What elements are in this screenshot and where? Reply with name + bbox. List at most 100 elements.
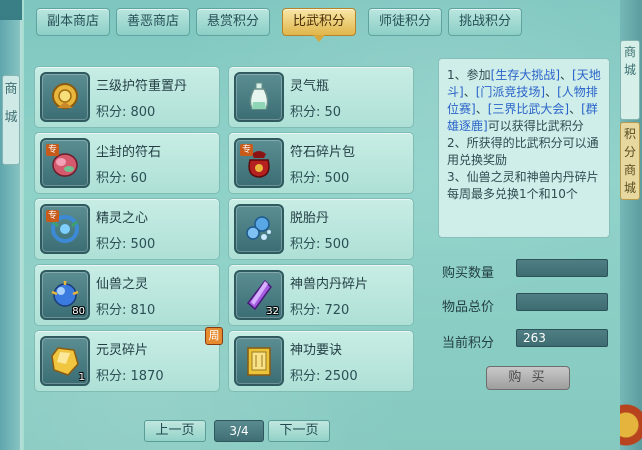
points-value: 500 [324,237,350,252]
item-slot [234,72,284,122]
shop-item-card[interactable]: 神功要诀 积分: 2500 [228,330,414,392]
left-tag-char: 城 [4,110,18,125]
shop-item-card[interactable]: 专 符石碎片包 积分: 500 [228,132,414,194]
left-side-tag[interactable]: 商 城 [2,75,20,165]
tab-challenge-points[interactable]: 挑战积分 [448,8,522,36]
item-points: 积分: 500 [96,233,155,252]
left-side-decoration: 商 城 [0,20,22,450]
rules-info-box: 1、参加[生存大挑战]、[天地斗]、[门派竞技场]、[人物排位赛]、[三界比武大… [438,58,610,238]
info-event-link[interactable]: [门派竞技场] [476,85,545,99]
left-tag-char: 商 [4,82,18,97]
buy-button[interactable]: 购 买 [486,366,570,390]
exclusive-badge: 专 [240,144,254,156]
item-points: 积分: 810 [96,299,155,318]
item-slot [234,204,284,254]
item-slot: 专 [40,204,90,254]
total-price-label: 物品总价 [442,300,495,315]
shop-item-card[interactable]: 1 元灵碎片 积分: 1870 周 [34,327,223,392]
points-label: 积分: [290,105,325,120]
game-shop-window: 商 城 商 城 积 分 商 城 副本商店 善恶商店 悬赏积分 比武积分 师徒积分… [0,0,642,450]
exclusive-badge: 专 [46,210,60,222]
points-value: 60 [130,171,148,186]
next-page-button[interactable]: 下一页 [268,420,330,442]
info-separator: 、 [560,68,573,82]
current-points-label: 当前积分 [442,336,495,351]
item-points: 积分: 1870 [96,365,164,384]
item-name: 脱胎丹 [290,211,330,226]
spirit-bottle-icon [249,82,269,110]
total-price-field [516,293,608,311]
item-quantity: 1 [78,372,85,383]
points-label: 积分: [290,303,325,318]
points-label: 积分: [96,105,131,120]
exclusive-badge: 专 [46,144,60,156]
points-value: 50 [324,105,342,120]
page-indicator: 3/4 [214,420,264,442]
info-line2: 2、所获得的比武积分可以通用兑换奖励 [447,136,599,167]
item-slot [40,72,90,122]
right-tag-char: 积 [623,127,636,141]
rebirth-pill-icon [246,216,271,240]
item-name: 尘封的符石 [96,145,162,160]
right-tag-char: 商 [623,163,636,177]
tab-bounty-points[interactable]: 悬赏积分 [196,8,270,36]
item-name: 仙兽之灵 [96,277,149,292]
tab-mentor-points[interactable]: 师徒积分 [368,8,442,36]
info-event-link[interactable]: [生存大挑战] [491,68,560,82]
tab-dungeon-shop[interactable]: 副本商店 [36,8,110,36]
points-value: 1870 [130,369,164,384]
info-separator: 、 [569,102,582,116]
item-slot: 专 [40,138,90,188]
points-value: 720 [324,303,350,318]
points-label: 积分: [290,369,325,384]
right-tag-char: 商 [623,45,636,59]
gold-charm-icon [52,83,78,109]
info-line1-prefix: 1、参加 [447,68,491,82]
points-label: 积分: [96,303,131,318]
tab-arena-points[interactable]: 比武积分 [282,8,356,42]
item-slot: 80 [40,270,90,320]
item-points: 积分: 720 [290,299,349,318]
item-slot: 专 [234,138,284,188]
tab-karma-shop[interactable]: 善恶商店 [116,8,190,36]
item-points: 积分: 50 [290,101,341,120]
points-value: 2500 [324,369,358,384]
info-separator: 、 [463,85,476,99]
weekly-limit-badge: 周 [205,327,223,345]
shop-item-card[interactable]: 专 精灵之心 积分: 500 [34,198,220,260]
info-separator: 、 [475,102,488,116]
info-line1-suffix: 可以获得比武积分 [487,119,584,133]
skill-book-icon [247,347,271,376]
right-tag-char: 城 [623,63,636,77]
item-name: 元灵碎片 [96,343,149,358]
shop-item-card[interactable]: 80 仙兽之灵 积分: 810 [34,264,220,326]
item-name: 精灵之心 [96,211,149,226]
right-tag-points-shop[interactable]: 积 分 商 城 [620,122,640,200]
item-name: 符石碎片包 [290,145,356,160]
points-value: 500 [324,171,350,186]
points-label: 积分: [96,171,131,186]
info-line3: 3、仙兽之灵和神兽内丹碎片每周最多兑换1个和10个 [447,170,599,201]
buy-quantity-input[interactable] [516,259,608,277]
points-label: 积分: [96,237,131,252]
current-points-field: 263 [516,329,608,347]
shop-item-card[interactable]: 专 尘封的符石 积分: 60 [34,132,220,194]
gold-fragment-icon [51,347,79,376]
shop-item-card[interactable]: 32 神兽内丹碎片 积分: 720 [228,264,414,326]
info-event-link[interactable]: [三界比武大会] [488,102,569,116]
shop-item-card[interactable]: 脱胎丹 积分: 500 [228,198,414,260]
points-value: 810 [130,303,156,318]
item-slot [234,336,284,386]
item-name: 灵气瓶 [290,79,330,94]
shop-item-card[interactable]: 灵气瓶 积分: 50 [228,66,414,128]
buy-quantity-label: 购买数量 [442,266,495,281]
item-points: 积分: 60 [96,167,147,186]
right-tag-shop[interactable]: 商 城 [620,40,640,120]
prev-page-button[interactable]: 上一页 [144,420,206,442]
shop-item-card[interactable]: 三级护符重置丹 积分: 800 [34,66,220,128]
item-points: 积分: 800 [96,101,155,120]
item-points: 积分: 500 [290,167,349,186]
points-label: 积分: [96,369,131,384]
item-points: 积分: 2500 [290,365,358,384]
item-slot: 1 [40,336,90,386]
